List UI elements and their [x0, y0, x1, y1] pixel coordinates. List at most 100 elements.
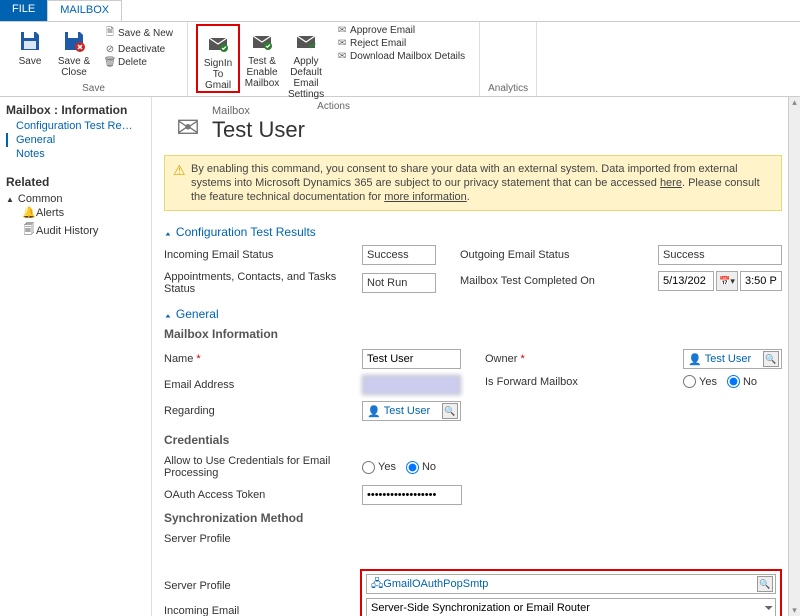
test-time-input[interactable] — [740, 271, 782, 291]
reject-icon: ✉ — [334, 38, 350, 49]
approve-email-button[interactable]: ✉Approve Email — [332, 24, 417, 37]
consent-banner: ⚠ By enabling this command, you consent … — [164, 155, 782, 211]
entity-type-label: Mailbox — [164, 105, 782, 117]
save-new-icon: 🗎 — [102, 25, 118, 42]
test-enable-icon — [250, 26, 274, 56]
gmail-signin-icon — [206, 28, 230, 58]
subsection-mailboxinfo: Mailbox Information — [164, 327, 782, 341]
label-email: Email Address — [164, 379, 362, 391]
label-outgoing-status: Outgoing Email Status — [460, 249, 658, 261]
sidebar-title: Mailbox : Information — [6, 103, 145, 117]
email-input[interactable]: xxxxx — [362, 375, 461, 395]
user-icon: 👤 — [688, 353, 702, 366]
scroll-down-icon[interactable]: ▾ — [792, 605, 797, 616]
save-button[interactable]: Save — [8, 24, 52, 67]
regarding-lookup[interactable]: 👤 Test User 🔍 — [362, 401, 461, 421]
ribbon-tabbar: FILE MAILBOX — [0, 0, 800, 22]
warning-icon: ⚠ — [173, 162, 191, 204]
save-close-button[interactable]: Save & Close — [52, 24, 96, 78]
ribbon: Save Save & Close 🗎Save & New ⊘Deactivat… — [0, 22, 800, 97]
tab-mailbox[interactable]: MAILBOX — [47, 0, 122, 21]
label-name: Name — [164, 353, 362, 365]
save-icon — [18, 26, 42, 56]
outgoing-status-select[interactable]: Success — [658, 245, 782, 265]
label-incoming-status: Incoming Email Status — [164, 249, 362, 261]
oauth-input[interactable] — [362, 485, 462, 505]
server-profile-lookup[interactable]: 🖧 GmailOAuthPopSmtp 🔍 — [366, 574, 776, 594]
label-owner: Owner — [485, 353, 683, 365]
subsection-credentials: Credentials — [164, 433, 782, 447]
test-enable-button[interactable]: Test & Enable Mailbox — [240, 24, 284, 89]
group-save-label: Save — [82, 82, 105, 96]
ribbon-group-actions: SignIn To Gmail Test & Enable Mailbox Ap… — [188, 22, 480, 96]
sidebar-item-audit[interactable]: 🗐Audit History — [6, 220, 145, 241]
incoming-status-select[interactable]: Success — [362, 245, 436, 265]
is-forward-no[interactable] — [727, 375, 740, 388]
sidebar-link-general[interactable]: General — [6, 133, 145, 147]
label-server-profile: Server Profile — [164, 533, 362, 545]
bell-icon: 🔔 — [22, 206, 36, 219]
incoming-email-select[interactable]: Server-Side Synchronization or Email Rou… — [366, 598, 776, 616]
is-forward-yes[interactable] — [683, 375, 696, 388]
label-oauth: OAuth Access Token — [164, 489, 362, 501]
section-general-header[interactable]: General — [164, 307, 782, 321]
label-is-forward: Is Forward Mailbox — [485, 376, 683, 388]
allow-creds-no[interactable] — [406, 461, 419, 474]
tab-file[interactable]: FILE — [0, 0, 47, 21]
apply-default-icon — [294, 26, 318, 56]
date-picker-button[interactable]: 📅▾ — [716, 271, 738, 291]
label-incoming-email: Incoming Email — [164, 601, 360, 616]
sync-highlight-box: 🖧 GmailOAuthPopSmtp 🔍 Server-Side Synchr… — [360, 569, 782, 616]
audit-icon: 🗐 — [22, 221, 36, 240]
sidebar-common-toggle[interactable]: ▲Common — [6, 193, 145, 205]
scrollbar[interactable]: ▴▾ — [788, 97, 800, 616]
label-server-profile2: Server Profile — [164, 575, 360, 597]
server-profile-icon: 🖧 — [371, 575, 383, 594]
approve-icon: ✉ — [334, 25, 350, 36]
download-icon: ✉ — [334, 51, 350, 62]
signin-gmail-button[interactable]: SignIn To Gmail — [196, 24, 240, 93]
chevron-down-icon: ▲ — [6, 195, 14, 204]
download-details-button[interactable]: ✉Download Mailbox Details — [332, 50, 467, 63]
group-analytics-label: Analytics — [488, 82, 528, 96]
allow-creds-radio[interactable]: Yes No — [362, 461, 464, 474]
lookup-picker-icon[interactable]: 🔍 — [757, 576, 773, 592]
label-test-completed: Mailbox Test Completed On — [460, 275, 658, 287]
save-new-button[interactable]: 🗎Save & New — [100, 24, 175, 43]
deactivate-button[interactable]: ⊘Deactivate — [100, 43, 167, 56]
delete-button[interactable]: 🗑Delete — [100, 56, 149, 69]
lookup-picker-icon[interactable]: 🔍 — [763, 351, 779, 367]
lookup-picker-icon[interactable]: 🔍 — [442, 403, 458, 419]
appt-status-select[interactable]: Not Run — [362, 273, 436, 293]
sidebar-link-cfg[interactable]: Configuration Test Re… — [6, 119, 145, 133]
ribbon-group-save: Save Save & Close 🗎Save & New ⊘Deactivat… — [0, 22, 188, 96]
label-regarding: Regarding — [164, 405, 362, 417]
banner-moreinfo-link[interactable]: more information — [384, 191, 467, 203]
reject-email-button[interactable]: ✉Reject Email — [332, 37, 408, 50]
deactivate-icon: ⊘ — [102, 44, 118, 55]
section-cfg-header[interactable]: Configuration Test Results — [164, 225, 782, 239]
user-icon: 👤 — [367, 405, 381, 418]
apply-default-button[interactable]: Apply Default Email Settings — [284, 24, 328, 100]
sidebar-link-notes[interactable]: Notes — [6, 147, 145, 161]
name-input[interactable] — [362, 349, 461, 369]
content-area: ▴▾ ✉ Mailbox Test User ⚠ By enabling thi… — [152, 97, 800, 616]
sidebar-related-header: Related — [6, 175, 145, 189]
sidebar: Mailbox : Information Configuration Test… — [0, 97, 152, 616]
entity-name: Test User — [164, 117, 782, 143]
subsection-syncmethod: Synchronization Method — [164, 511, 782, 525]
sidebar-item-alerts[interactable]: 🔔Alerts — [6, 205, 145, 220]
label-appt-status: Appointments, Contacts, and Tasks Status — [164, 271, 362, 295]
ribbon-group-analytics: Analytics — [480, 22, 537, 96]
save-close-icon — [62, 26, 86, 56]
is-forward-radio[interactable]: Yes No — [683, 375, 782, 388]
test-date-input[interactable] — [658, 271, 714, 291]
mailbox-entity-icon: ✉ — [164, 105, 212, 149]
banner-here-link[interactable]: here — [660, 177, 682, 189]
banner-text: By enabling this command, you consent to… — [191, 162, 773, 204]
scroll-up-icon[interactable]: ▴ — [792, 97, 797, 108]
delete-icon: 🗑 — [102, 57, 118, 68]
owner-lookup[interactable]: 👤 Test User 🔍 — [683, 349, 782, 369]
label-server-profile-row — [164, 549, 362, 569]
allow-creds-yes[interactable] — [362, 461, 375, 474]
